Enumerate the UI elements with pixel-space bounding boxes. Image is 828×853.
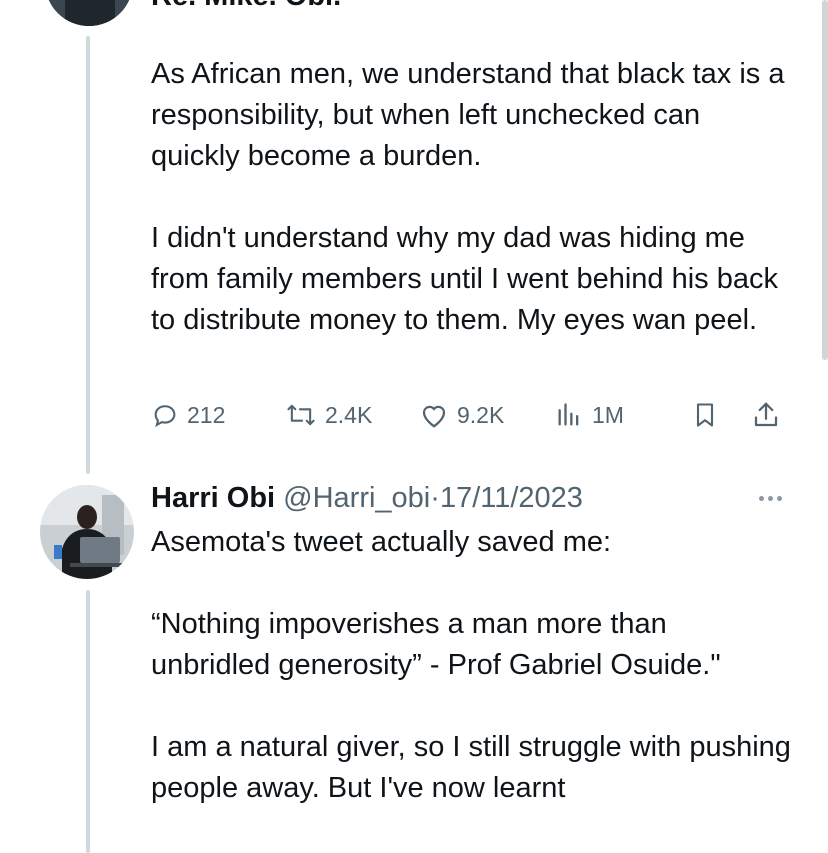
- more-options-button[interactable]: [752, 486, 788, 510]
- thread-line-bottom: [86, 590, 90, 853]
- tweet-header: Harri Obi @Harri_obi·17/11/2023: [151, 478, 583, 519]
- avatar-previous[interactable]: [45, 0, 133, 26]
- more-dot: [767, 495, 773, 501]
- reply-icon: [151, 401, 179, 429]
- retweet-count: 2.4K: [325, 401, 373, 428]
- tweet-date[interactable]: 17/11/2023: [440, 482, 583, 514]
- author-handle[interactable]: @Harri_obi: [283, 482, 430, 514]
- retweet-button[interactable]: 2.4K: [285, 393, 372, 437]
- reply-count: 212: [187, 401, 226, 428]
- heart-icon: [419, 401, 449, 429]
- author-name[interactable]: Harri Obi: [151, 482, 275, 514]
- avatar-harri-obi[interactable]: [40, 485, 134, 579]
- share-button[interactable]: [751, 393, 781, 437]
- like-count: 9.2K: [457, 401, 505, 428]
- share-icon: [751, 400, 781, 430]
- tweet-text: Asemota's tweet actually saved me: “Noth…: [151, 526, 791, 804]
- previous-tweet-header-fragment: Re. Mike. Obi.: [151, 0, 341, 17]
- tweet-action-bar: 212 2.4K 9.2K 1M: [151, 393, 791, 437]
- more-dot: [776, 495, 782, 501]
- scrollbar[interactable]: [822, 0, 828, 360]
- views-button[interactable]: 1M: [554, 393, 624, 437]
- more-dots-icon: [758, 495, 764, 501]
- previous-tweet-text: As African men, we understand that black…: [151, 58, 785, 336]
- reply-button[interactable]: 212: [151, 393, 225, 437]
- bookmark-icon: [691, 400, 719, 430]
- bookmark-button[interactable]: [691, 393, 719, 437]
- like-button[interactable]: 9.2K: [419, 393, 504, 437]
- meta-separator: ·: [430, 482, 440, 514]
- retweet-icon: [285, 401, 317, 429]
- views-chart-icon: [554, 401, 584, 429]
- thread-line-top: [86, 36, 90, 474]
- views-count: 1M: [592, 401, 624, 428]
